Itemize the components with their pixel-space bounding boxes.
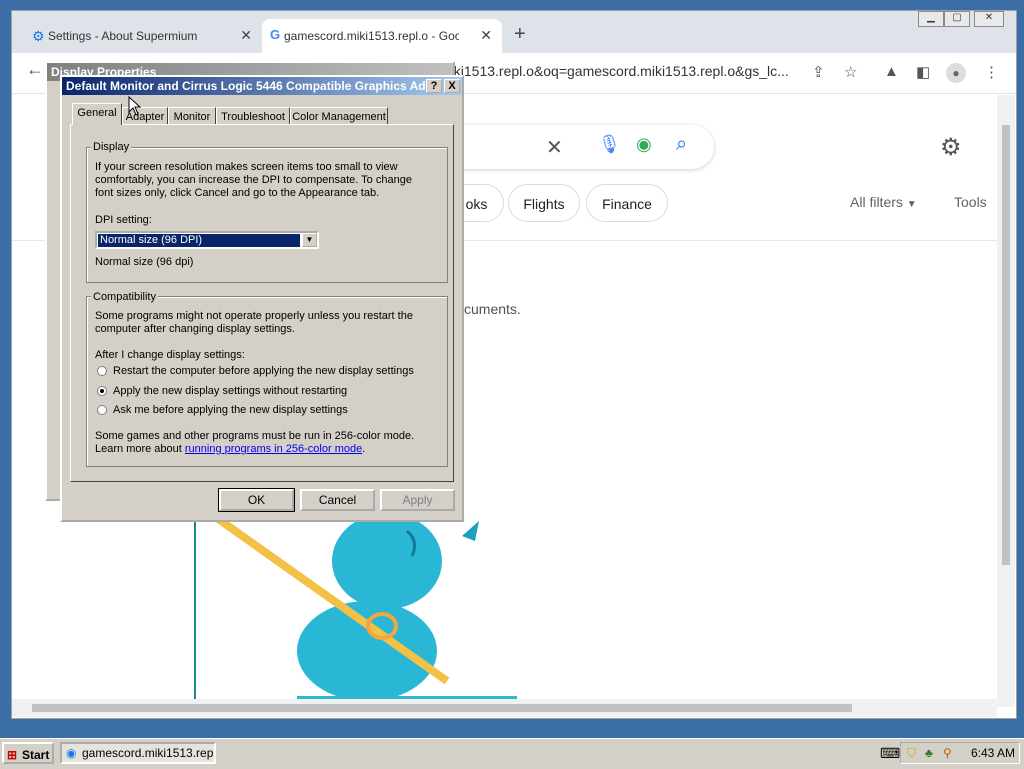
all-filters-button[interactable]: All filters ▼ [850,194,917,210]
share-icon[interactable]: ⇪ [812,63,825,81]
network-icon[interactable]: ♣ [925,743,933,763]
close-tab-icon[interactable]: ✕ [480,27,492,44]
clear-search-icon[interactable]: ✕ [546,135,563,160]
cancel-button[interactable]: Cancel [300,489,375,511]
learn-more-line: Learn more about running programs in 256… [95,443,365,456]
radio-apply-without-restart[interactable] [97,386,107,396]
close-tab-icon[interactable]: ✕ [240,27,252,44]
tab-label: gamescord.miki1513.repl.o - Google [284,29,459,43]
task-label: gamescord.miki1513.repl... [82,746,216,760]
option-restart[interactable]: Restart the computer before applying the… [97,365,417,379]
dpi-select[interactable]: Normal size (96 DPI) ▼ [95,231,319,249]
search-icon[interactable]: ⌕ [676,133,687,156]
dialog-title-text: Default Monitor and Cirrus Logic 5446 Co… [66,79,436,93]
taskbar: ⊞ Start ◉ gamescord.miki1513.repl... ⌨ ⛉… [0,738,1024,769]
scroll-thumb[interactable] [1002,125,1010,565]
vertical-scrollbar[interactable] [997,95,1015,707]
option-apply-label: Apply the new display settings without r… [113,385,348,397]
address-bar[interactable]: l.miki1513.repl.o&oq=gamescord.miki1513.… [432,57,802,85]
gear-icon: ⚙ [32,28,45,44]
games-note: Some games and other programs must be ru… [95,430,415,442]
magnifier-icon[interactable]: ⚲ [943,743,952,763]
scroll-thumb[interactable] [32,704,852,712]
learn-more-suffix: . [362,443,366,455]
option-ask-label: Ask me before applying the new display s… [113,404,348,416]
google-icon: G [270,27,281,42]
monitor-properties-dialog: Default Monitor and Cirrus Logic 5446 Co… [60,75,464,522]
dropdown-arrow-icon: ▼ [906,199,917,210]
windows-logo-icon: ⊞ [7,748,18,762]
compatibility-group-label: Compatibility [91,291,158,303]
illustration-frame-line [194,521,196,711]
shield-icon[interactable]: ⛉ [907,743,916,763]
keyboard-icon[interactable]: ⌨ [880,745,900,762]
horizontal-scrollbar[interactable] [12,699,997,717]
dpi-note: Normal size (96 dpi) [95,256,194,268]
bookmark-star-icon[interactable]: ☆ [844,63,857,81]
maximize-button[interactable]: ▢ [944,11,970,27]
start-label: Start [22,748,50,762]
tab-label: Settings - About Supermium [48,29,198,43]
chip-flights[interactable]: Flights [508,184,580,222]
display-group-label: Display [91,141,132,153]
yeti-illustration [207,507,517,701]
labs-flask-icon[interactable]: ▲ [884,63,899,80]
tab-settings[interactable]: ⚙ Settings - About Supermium ✕ [26,19,262,53]
tab-troubleshoot[interactable]: Troubleshoot [216,107,290,125]
close-button[interactable]: X [444,79,460,93]
menu-dots-icon[interactable]: ⋮ [984,63,999,81]
all-filters-label: All filters [850,194,903,210]
browser-icon: ◉ [66,746,77,760]
back-icon[interactable]: ← [26,59,44,80]
display-description: If your screen resolution makes screen i… [95,161,412,199]
taskbar-item-browser[interactable]: ◉ gamescord.miki1513.repl... [60,742,216,764]
chip-finance[interactable]: Finance [586,184,668,222]
radio-restart[interactable] [97,366,107,376]
microphone-icon[interactable]: 🎙 [598,134,621,155]
learn-more-prefix: Learn more about [95,443,185,455]
apply-button[interactable]: Apply [380,489,455,511]
new-tab-button[interactable]: + [514,23,526,46]
tab-google[interactable]: G gamescord.miki1513.repl.o - Google ✕ [262,19,502,53]
result-snippet: cuments. [464,301,521,317]
after-change-label: After I change display settings: [95,349,245,361]
option-ask-me[interactable]: Ask me before applying the new display s… [97,404,417,418]
clock: 6:43 AM [971,746,1016,760]
dialog-title: Default Monitor and Cirrus Logic 5446 Co… [62,77,462,95]
dpi-select-value: Normal size (96 DPI) [97,233,301,248]
tab-monitor[interactable]: Monitor [168,107,216,125]
compatibility-description: Some programs might not operate properly… [95,310,413,335]
option-apply-without-restart[interactable]: Apply the new display settings without r… [97,385,417,399]
start-button[interactable]: ⊞ Start [2,742,54,764]
mouse-cursor-icon [128,96,142,116]
tab-strip: ⚙ Settings - About Supermium ✕ G gamesco… [12,11,1016,53]
tools-button[interactable]: Tools [954,194,987,210]
lens-camera-icon[interactable]: ◉ [636,134,652,155]
dpi-setting-label: DPI setting: [95,214,152,226]
profile-avatar[interactable]: ● [946,63,966,83]
side-panel-icon[interactable]: ◧ [916,63,930,81]
radio-ask-me[interactable] [97,405,107,415]
minimize-button[interactable]: ▁ [918,11,944,27]
tab-panel: Display If your screen resolution makes … [70,124,454,482]
settings-gear-icon[interactable]: ⚙ [940,133,962,162]
option-restart-label: Restart the computer before applying the… [113,365,414,377]
ok-button[interactable]: OK [218,488,295,512]
tab-color-management[interactable]: Color Management [290,107,388,125]
help-button[interactable]: ? [426,79,442,93]
tab-general[interactable]: General [72,103,122,125]
close-window-button[interactable]: ✕ [974,11,1004,27]
dropdown-arrow-icon[interactable]: ▼ [302,233,317,247]
learn-more-link[interactable]: running programs in 256-color mode [185,443,362,455]
system-tray: ⛉ ♣ ⚲ 6:43 AM [900,742,1020,764]
